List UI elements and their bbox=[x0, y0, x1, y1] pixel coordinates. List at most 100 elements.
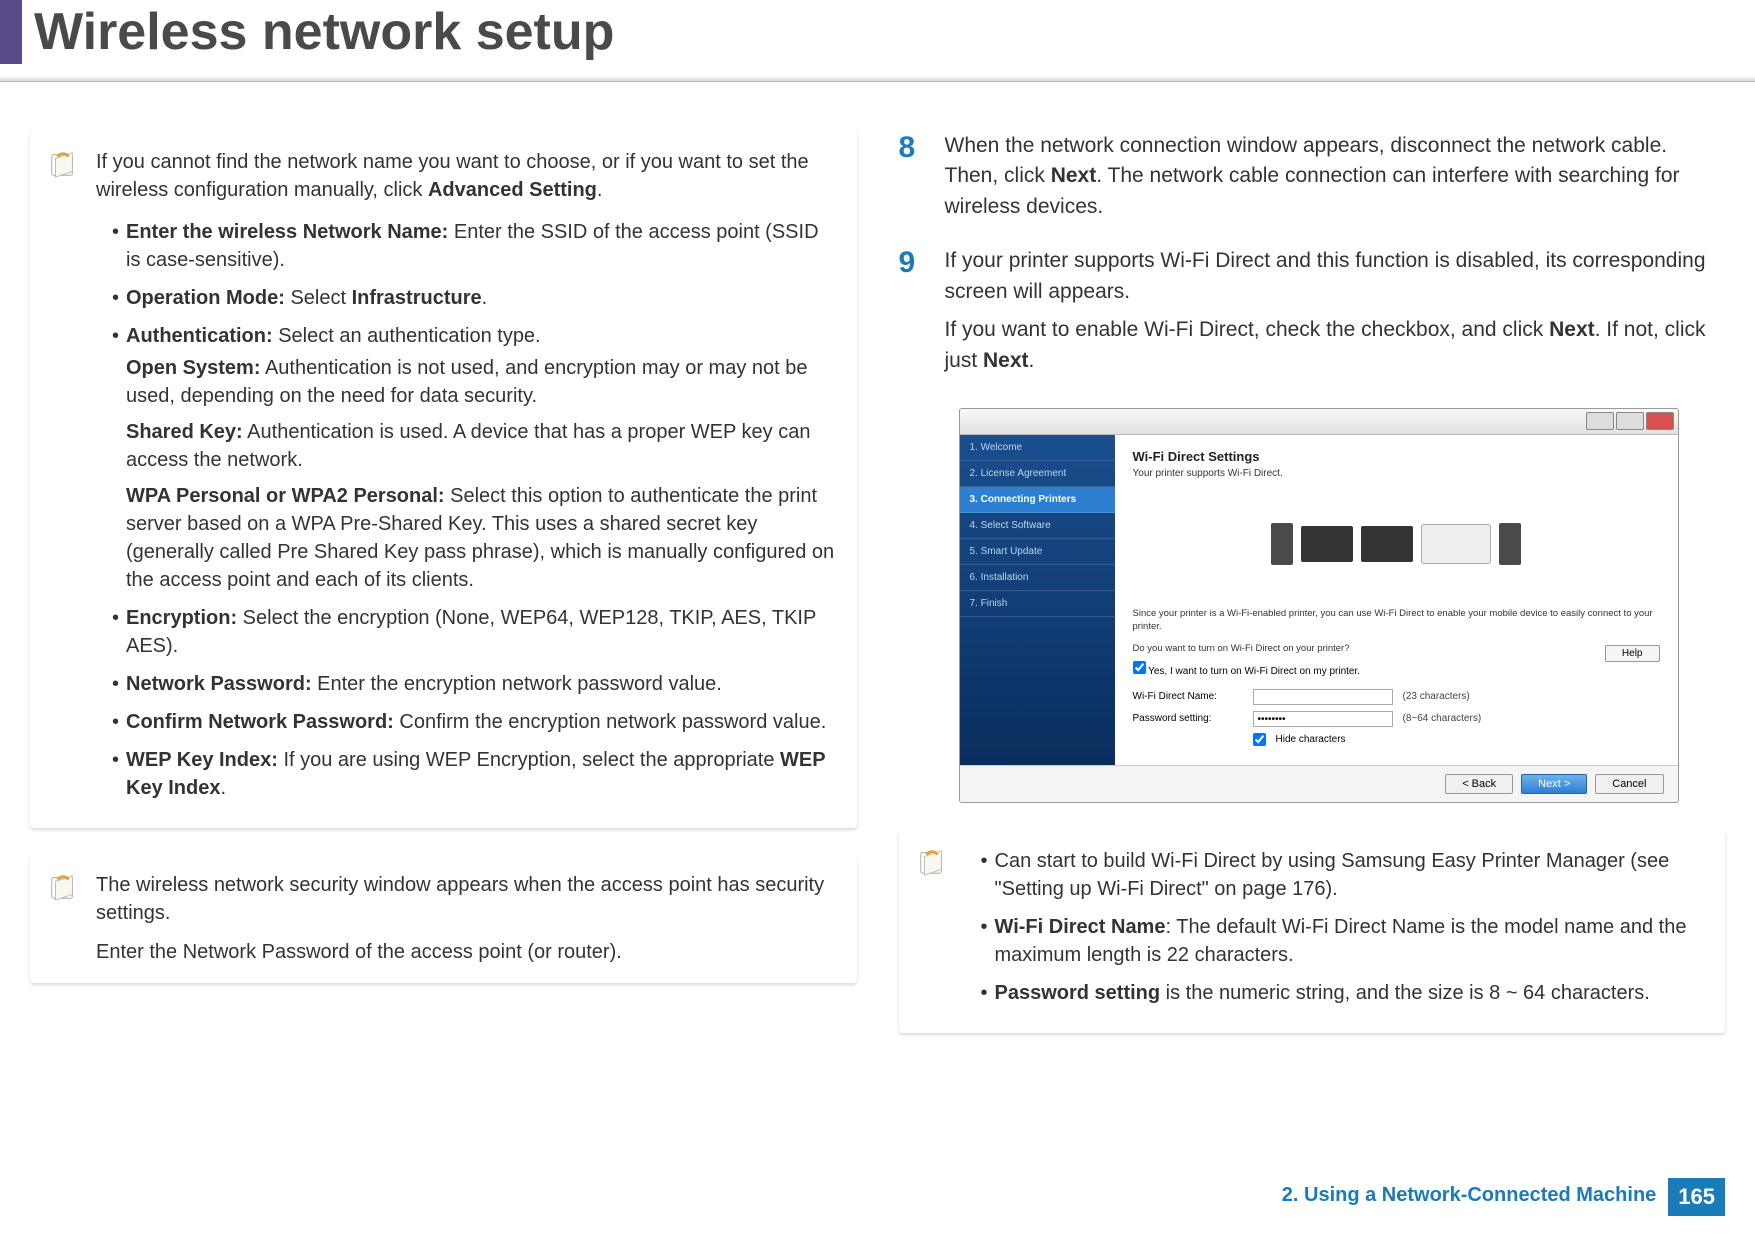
wifi-direct-name-input[interactable] bbox=[1253, 689, 1393, 705]
text: . bbox=[220, 777, 226, 799]
step-8: 8 When the network connection window app… bbox=[899, 131, 1726, 222]
phone-icon bbox=[1271, 523, 1293, 565]
monitor-icon bbox=[1361, 526, 1413, 562]
label: Wi-Fi Direct Name bbox=[995, 916, 1166, 938]
list-item-confirm-password: Confirm Network Password: Confirm the en… bbox=[112, 708, 839, 736]
note-line1: The wireless network security window app… bbox=[96, 872, 839, 927]
text: If you are using WEP Encryption, select … bbox=[278, 749, 780, 771]
text: Enter the encryption network password va… bbox=[312, 673, 722, 695]
step-body: When the network connection window appea… bbox=[945, 131, 1726, 222]
text: Select bbox=[285, 287, 352, 309]
text: . bbox=[482, 287, 488, 309]
maximize-button[interactable] bbox=[1616, 412, 1644, 430]
device-illustration bbox=[1133, 489, 1660, 599]
note-advanced-setting: If you cannot find the network name you … bbox=[30, 131, 857, 828]
footer-chapter: 2. Using a Network-Connected Machine bbox=[1270, 1178, 1669, 1216]
list-item-opmode: Operation Mode: Select Infrastructure. bbox=[112, 284, 839, 312]
hide-chars-label: Hide characters bbox=[1276, 734, 1346, 745]
advanced-setting-label: Advanced Setting bbox=[428, 179, 597, 201]
sidebar-item[interactable]: 4. Select Software bbox=[960, 513, 1115, 539]
label: Authentication: bbox=[126, 325, 273, 347]
list-item-wep-index: WEP Key Index: If you are using WEP Encr… bbox=[112, 746, 839, 802]
text: is the numeric string, and the size is 8… bbox=[1160, 982, 1650, 1004]
tablet-icon bbox=[1499, 523, 1521, 565]
cancel-button[interactable]: Cancel bbox=[1595, 774, 1663, 794]
advanced-options-list: Enter the wireless Network Name: Enter t… bbox=[96, 218, 839, 802]
note-icon bbox=[48, 149, 78, 179]
right-column: 8 When the network connection window app… bbox=[899, 131, 1726, 1059]
label: WEP Key Index: bbox=[126, 749, 278, 771]
list-item-auth: Authentication: Select an authentication… bbox=[112, 322, 839, 594]
sidebar-item[interactable]: 1. Welcome bbox=[960, 435, 1115, 461]
password-input[interactable]: •••••••• bbox=[1253, 711, 1393, 727]
bold: Infrastructure bbox=[352, 287, 482, 309]
text: . bbox=[1029, 349, 1035, 372]
name-hint: (23 characters) bbox=[1403, 691, 1470, 702]
hide-chars-row: Hide characters bbox=[1133, 733, 1660, 746]
installer-main: Wi-Fi Direct Settings Your printer suppo… bbox=[1115, 435, 1678, 765]
step-number: 8 bbox=[899, 131, 925, 222]
panel-question: Do you want to turn on Wi-Fi Direct on y… bbox=[1133, 642, 1660, 655]
field-row-password: Password setting: •••••••• (8~64 charact… bbox=[1133, 711, 1660, 727]
panel-subtitle: Your printer supports Wi-Fi Direct. bbox=[1133, 468, 1660, 479]
label: Enter the wireless Network Name: bbox=[126, 221, 448, 243]
text: "Setting up Wi-Fi Direct" on page 176). bbox=[995, 878, 1338, 900]
monitor-icon bbox=[1301, 526, 1353, 562]
content-columns: If you cannot find the network name you … bbox=[0, 93, 1755, 1059]
next-label: Next bbox=[1051, 164, 1097, 187]
label: Operation Mode: bbox=[126, 287, 285, 309]
label: Confirm Network Password: bbox=[126, 711, 394, 733]
auth-wpa: WPA Personal or WPA2 Personal: Select th… bbox=[126, 482, 839, 594]
text: If you want to enable Wi-Fi Direct, chec… bbox=[945, 318, 1550, 341]
enable-wifi-direct-checkbox-row: Yes, I want to turn on Wi-Fi Direct on m… bbox=[1133, 661, 1660, 677]
close-button[interactable] bbox=[1646, 412, 1674, 430]
note-wifi-direct-info: Can start to build Wi-Fi Direct by using… bbox=[899, 829, 1726, 1033]
step-9: 9 If your printer supports Wi-Fi Direct … bbox=[899, 246, 1726, 384]
note-icon bbox=[48, 872, 78, 902]
checkbox-label: Yes, I want to turn on Wi-Fi Direct on m… bbox=[1148, 666, 1360, 677]
password-hint: (8~64 characters) bbox=[1403, 713, 1482, 724]
note-icon bbox=[917, 847, 947, 877]
sidebar-item[interactable]: 7. Finish bbox=[960, 591, 1115, 617]
step-body: If your printer supports Wi-Fi Direct an… bbox=[945, 246, 1726, 384]
back-button[interactable]: < Back bbox=[1445, 774, 1513, 794]
page-header: Wireless network setup bbox=[0, 0, 1755, 93]
text: Can start to build Wi-Fi Direct by using bbox=[995, 850, 1342, 872]
next-label: Next bbox=[1549, 318, 1595, 341]
help-button[interactable]: Help bbox=[1605, 645, 1660, 662]
wifi-direct-notes-list: Can start to build Wi-Fi Direct by using… bbox=[965, 847, 1708, 1007]
installer-footer: < Back Next > Cancel bbox=[960, 765, 1678, 802]
sidebar-item[interactable]: 5. Smart Update bbox=[960, 539, 1115, 565]
minimize-button[interactable] bbox=[1586, 412, 1614, 430]
step-number: 9 bbox=[899, 246, 925, 384]
printer-icon bbox=[1421, 524, 1491, 564]
field-row-name: Wi-Fi Direct Name: (23 characters) bbox=[1133, 689, 1660, 705]
list-item: Password setting is the numeric string, … bbox=[981, 979, 1708, 1007]
accent-bar bbox=[0, 0, 22, 64]
panel-title: Wi-Fi Direct Settings bbox=[1133, 449, 1660, 464]
text: Samsung Easy Printer Manager bbox=[1341, 850, 1624, 872]
next-button[interactable]: Next > bbox=[1521, 774, 1587, 794]
sidebar-item[interactable]: 6. Installation bbox=[960, 565, 1115, 591]
auth-shared: Shared Key: Authentication is used. A de… bbox=[126, 418, 839, 474]
label: Network Password: bbox=[126, 673, 312, 695]
step9-p1: If your printer supports Wi-Fi Direct an… bbox=[945, 246, 1726, 307]
wifi-direct-screenshot: 1. Welcome 2. License Agreement 3. Conne… bbox=[959, 408, 1679, 803]
wifi-direct-fields: Wi-Fi Direct Name: (23 characters) Passw… bbox=[1133, 689, 1660, 746]
left-column: If you cannot find the network name you … bbox=[30, 131, 857, 1059]
footer-page-number: 165 bbox=[1668, 1178, 1725, 1216]
password-label: Password setting: bbox=[1133, 713, 1243, 724]
window-content: 1. Welcome 2. License Agreement 3. Conne… bbox=[960, 435, 1678, 765]
auth-open: Open System: Authentication is not used,… bbox=[126, 354, 839, 410]
note-line2: Enter the Network Password of the access… bbox=[96, 939, 839, 967]
name-label: Wi-Fi Direct Name: bbox=[1133, 691, 1243, 702]
next-label: Next bbox=[983, 349, 1029, 372]
hide-characters-checkbox[interactable] bbox=[1253, 733, 1266, 746]
step9-p2: If you want to enable Wi-Fi Direct, chec… bbox=[945, 315, 1726, 376]
sidebar-item[interactable]: 2. License Agreement bbox=[960, 461, 1115, 487]
note-lead: If you cannot find the network name you … bbox=[96, 149, 839, 204]
header-divider bbox=[0, 76, 1755, 82]
sidebar-item-active[interactable]: 3. Connecting Printers bbox=[960, 487, 1115, 513]
window-titlebar bbox=[960, 409, 1678, 435]
enable-wifi-direct-checkbox[interactable] bbox=[1133, 661, 1146, 674]
